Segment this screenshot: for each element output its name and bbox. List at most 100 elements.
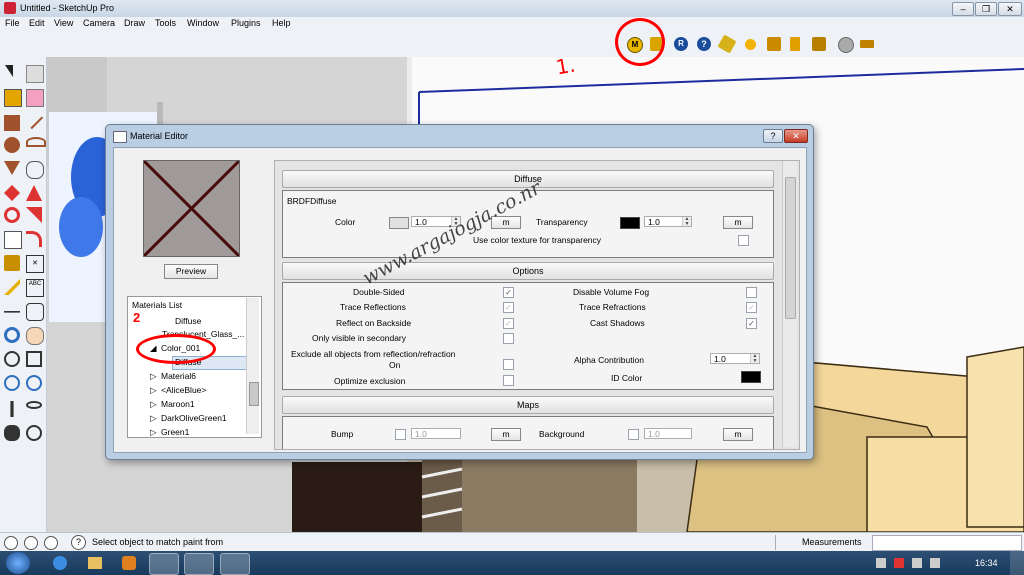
- help-icon[interactable]: ?: [697, 37, 711, 51]
- tray-volume-icon[interactable]: [930, 558, 940, 568]
- maximize-button[interactable]: ❐: [975, 2, 997, 16]
- zoom-extents-icon[interactable]: [4, 375, 20, 391]
- start-button[interactable]: [6, 552, 30, 574]
- only-visible-checkbox[interactable]: [503, 333, 514, 344]
- menu-camera[interactable]: Camera: [83, 18, 115, 28]
- status-help-icon[interactable]: ?: [71, 535, 86, 550]
- zoom-window-icon[interactable]: [26, 351, 42, 367]
- menu-view[interactable]: View: [54, 18, 73, 28]
- eraser-icon[interactable]: [26, 89, 44, 107]
- expand-arrow-icon[interactable]: ▷: [150, 427, 157, 438]
- position-camera-icon[interactable]: [10, 401, 14, 417]
- taskbar-app-3[interactable]: [220, 553, 250, 575]
- disable-volume-fog-checkbox[interactable]: [746, 287, 757, 298]
- id-color-swatch[interactable]: [741, 371, 761, 383]
- sphere-icon[interactable]: [745, 39, 756, 50]
- bump-amount-input[interactable]: 1.0: [411, 428, 461, 439]
- transparency-swatch[interactable]: [620, 217, 640, 229]
- expand-arrow-icon[interactable]: ▷: [150, 371, 157, 382]
- measurements-input[interactable]: [872, 535, 1022, 551]
- show-desktop-button[interactable]: [1010, 551, 1024, 575]
- menu-draw[interactable]: Draw: [124, 18, 145, 28]
- optimize-exclusion-checkbox[interactable]: [503, 375, 514, 386]
- settings-scroll-thumb[interactable]: [785, 177, 796, 319]
- credits-icon[interactable]: [24, 536, 38, 550]
- protractor-icon[interactable]: [4, 279, 20, 295]
- minimize-button[interactable]: –: [952, 2, 974, 16]
- ball-icon[interactable]: [838, 37, 854, 53]
- walk-icon[interactable]: [4, 425, 20, 441]
- rotate-icon[interactable]: [4, 207, 20, 223]
- exclusion-on-checkbox[interactable]: [503, 359, 514, 370]
- orbit-icon[interactable]: [4, 327, 20, 343]
- clock[interactable]: 16:34: [975, 558, 998, 568]
- zoom-icon[interactable]: [4, 351, 20, 367]
- list-scroll-thumb[interactable]: [249, 382, 259, 406]
- text-tool-icon[interactable]: ABC: [26, 279, 44, 297]
- circle-icon[interactable]: [4, 137, 20, 153]
- transparency-map-button[interactable]: m: [723, 216, 753, 229]
- background-amount-input[interactable]: 1.0: [644, 428, 692, 439]
- move-icon[interactable]: [4, 185, 20, 201]
- close-window-button[interactable]: ✕: [998, 2, 1022, 16]
- double-sided-checkbox[interactable]: ✓: [503, 287, 514, 298]
- list-scrollbar[interactable]: [246, 298, 259, 434]
- tray-network-icon[interactable]: [912, 558, 922, 568]
- polygon-icon[interactable]: [4, 161, 20, 175]
- previous-view-icon[interactable]: [26, 375, 42, 391]
- list-item[interactable]: Green1: [161, 427, 189, 437]
- close-dialog-button[interactable]: ✕: [784, 129, 808, 143]
- bump-map-button[interactable]: m: [491, 428, 521, 441]
- trace-reflections-checkbox[interactable]: ✓: [503, 302, 514, 313]
- light-icon[interactable]: [767, 37, 781, 51]
- menu-window[interactable]: Window: [187, 18, 219, 28]
- spin-arrows-icon[interactable]: ▲ ▼: [750, 354, 759, 363]
- pan-icon[interactable]: [26, 327, 44, 345]
- transparency-multiplier-input[interactable]: 1.0 ▲ ▼: [644, 216, 692, 227]
- media-player-icon[interactable]: [122, 556, 136, 570]
- menu-tools[interactable]: Tools: [155, 18, 176, 28]
- expand-arrow-icon[interactable]: ▷: [150, 385, 157, 396]
- select-arrow-icon[interactable]: [5, 65, 13, 77]
- expand-arrow-icon[interactable]: ▷: [150, 413, 157, 424]
- color-swatch[interactable]: [389, 217, 409, 229]
- use-color-texture-checkbox[interactable]: [738, 235, 749, 246]
- list-item[interactable]: Diffuse: [175, 316, 201, 326]
- paint-bucket-icon[interactable]: [4, 89, 22, 107]
- trace-refractions-checkbox[interactable]: ✓: [746, 302, 757, 313]
- maps-section-header[interactable]: Maps: [282, 396, 774, 414]
- list-item[interactable]: <AliceBlue>: [161, 385, 206, 395]
- cast-shadows-checkbox[interactable]: ✓: [746, 318, 757, 329]
- push-pull-icon[interactable]: [26, 185, 42, 201]
- settings-scrollbar[interactable]: [782, 161, 797, 447]
- menu-file[interactable]: File: [5, 18, 20, 28]
- tag-icon[interactable]: [717, 34, 737, 54]
- tray-flag-icon[interactable]: [894, 558, 904, 568]
- taskbar-app-1[interactable]: [149, 553, 179, 575]
- follow-me-icon[interactable]: [26, 207, 42, 223]
- lamp-icon[interactable]: [812, 37, 826, 51]
- background-map-button[interactable]: m: [723, 428, 753, 441]
- reflect-backside-checkbox[interactable]: ✓: [503, 318, 514, 329]
- menu-plugins[interactable]: Plugins: [231, 18, 261, 28]
- list-item[interactable]: Maroon1: [161, 399, 195, 409]
- bump-checkbox[interactable]: [395, 429, 406, 440]
- list-item[interactable]: Material6: [161, 371, 196, 381]
- sign-in-icon[interactable]: [44, 536, 58, 550]
- section-plane-icon[interactable]: [26, 425, 42, 441]
- axes-icon[interactable]: [4, 311, 20, 313]
- tape-measure-icon[interactable]: [4, 255, 20, 271]
- arc-icon[interactable]: [26, 137, 46, 147]
- explorer-icon[interactable]: [88, 557, 102, 569]
- alpha-contribution-input[interactable]: 1.0 ▲ ▼: [710, 353, 760, 364]
- expand-arrow-icon[interactable]: ▷: [150, 399, 157, 410]
- menu-edit[interactable]: Edit: [29, 18, 45, 28]
- pencil-icon[interactable]: [24, 110, 44, 130]
- freehand-icon[interactable]: [26, 161, 44, 179]
- 3d-text-icon[interactable]: [26, 303, 44, 321]
- tray-icon[interactable]: [876, 558, 886, 568]
- spin-arrows-icon[interactable]: ▲ ▼: [682, 217, 691, 226]
- taskbar-sketchup[interactable]: [184, 553, 214, 575]
- dimension-tool-icon[interactable]: ✕: [26, 255, 44, 273]
- background-checkbox[interactable]: [628, 429, 639, 440]
